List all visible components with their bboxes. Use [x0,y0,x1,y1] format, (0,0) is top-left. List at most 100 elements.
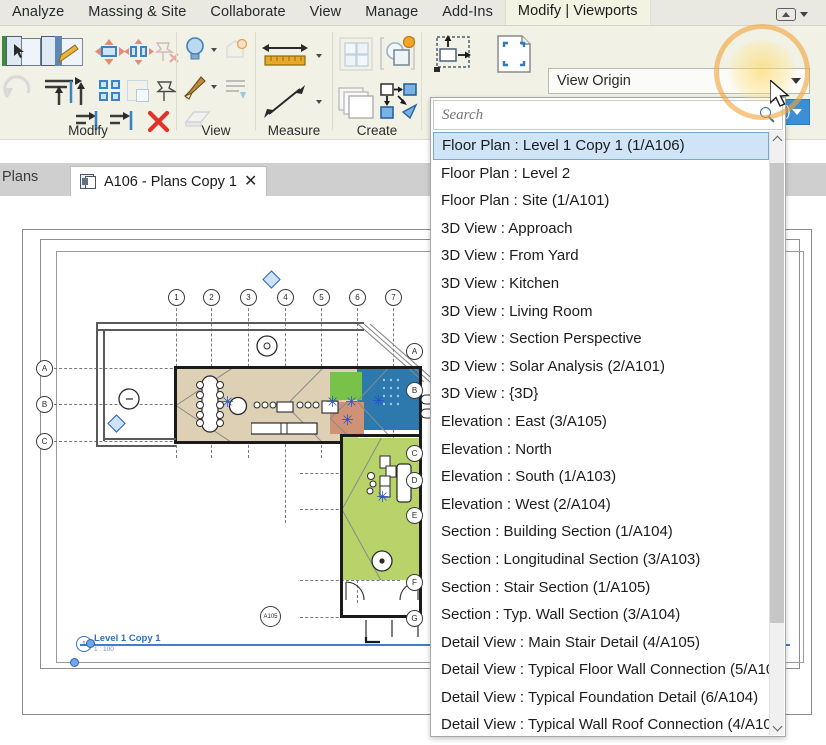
close-icon[interactable]: ✕ [244,173,257,190]
chevron-down-icon[interactable] [791,78,801,84]
move-icon[interactable] [94,39,125,65]
viewport-drag-handle[interactable] [86,639,95,648]
ribbon-tab-add-ins[interactable]: Add-Ins [430,1,505,25]
grid-bubble-b-right[interactable]: B [406,382,423,399]
wall-bottom-left [174,441,342,444]
list-item[interactable]: Detail View : Typical Wall Roof Connecti… [433,711,769,734]
paint-icon[interactable] [183,72,209,102]
list-item[interactable]: Elevation : North [433,436,769,464]
list-item[interactable]: Section : Stair Section (1/A105) [433,574,769,602]
dropdown-arrow-icon-2[interactable] [211,85,217,89]
dropdown-arrow-icon[interactable] [211,48,217,52]
list-item[interactable]: 3D View : Living Room [433,298,769,326]
visibility-bulb-icon[interactable] [183,33,209,67]
viewport-title: Level 1 Copy 1 [94,633,161,644]
create-assembly-icon[interactable] [378,82,421,122]
ribbon-tab-view[interactable]: View [298,1,354,25]
document-tab-active[interactable]: A106 - Plans Copy 1 ✕ [70,166,268,196]
viewport-origin-handle[interactable] [70,658,79,667]
list-item[interactable]: Detail View : Main Stair Detail (4/A105) [433,629,769,657]
list-item[interactable]: Elevation : East (3/A105) [433,408,769,436]
grid-bubble-2[interactable]: 2 [203,289,220,306]
chevron-down-icon[interactable] [792,109,802,115]
grid-bubble-f-right[interactable]: F [406,574,423,591]
grid-bubble-e-right[interactable]: E [406,507,423,524]
grid-bubble-4[interactable]: 4 [277,289,294,306]
search-input[interactable] [442,106,760,124]
list-item[interactable]: 3D View : Section Perspective [433,325,769,353]
grid-bubble-c-right[interactable]: C [406,445,423,462]
chevron-up-icon [772,135,782,145]
panel-separator-4 [421,32,422,130]
create-group-icon [337,33,376,77]
create-part-icon[interactable] [378,33,421,77]
view-list[interactable]: Floor Plan : Level 1 Copy 1 (1/A106) Flo… [433,132,769,734]
chevron-down-icon[interactable] [800,12,808,17]
list-item[interactable]: Floor Plan : Level 2 [433,160,769,188]
ribbon-tab-analyze[interactable]: Analyze [0,1,76,25]
dropdown-search-row[interactable] [433,100,783,130]
list-item[interactable]: Detail View : Typical Foundation Detail … [433,684,769,712]
list-item[interactable]: 3D View : Kitchen [433,270,769,298]
panel-label-view: View [201,123,231,138]
view-origin-value: View Origin [557,73,631,89]
snap-marker [341,414,354,427]
list-item[interactable]: Section : Building Section (1/A104) [433,518,769,546]
dropdown-scrollbar[interactable] [769,131,784,735]
measure-along-icon[interactable] [262,83,310,121]
document-tab-plans[interactable]: Plans [0,169,38,185]
grid-bubble-c-left[interactable]: C [36,433,53,450]
ribbon-tab-collaborate[interactable]: Collaborate [198,1,297,25]
grid-bubble-d-right[interactable]: D [406,472,423,489]
rotate-copy-icon[interactable] [123,39,154,65]
list-item[interactable]: 3D View : {3D} [433,380,769,408]
scroll-up-button[interactable] [770,131,784,146]
scrollbar-thumb[interactable] [770,163,784,623]
size-crop-icon[interactable] [431,34,475,78]
revit-window: Analyze Massing & Site Collaborate View … [0,0,826,745]
measure-dropdown-arrow-icon[interactable] [316,54,322,58]
list-item[interactable]: 3D View : From Yard [433,242,769,270]
scroll-down-button[interactable] [770,720,784,735]
modify-select-icon[interactable] [2,32,41,72]
grid-bubble-a-left[interactable]: A [36,360,53,377]
list-item[interactable]: Detail View : Typical Floor Wall Connect… [433,656,769,684]
detail-callout-tag[interactable]: A105 [260,606,281,627]
grid-bubble-b-left[interactable]: B [36,396,53,413]
activate-view-icon[interactable] [494,34,536,78]
hidden-elements-icon [223,35,249,65]
grid-bubble-3[interactable]: 3 [240,289,257,306]
grid-bubble-7[interactable]: 7 [385,289,402,306]
list-item[interactable]: 3D View : Approach [433,215,769,243]
pin-icon[interactable] [153,78,178,104]
search-icon[interactable] [760,107,776,123]
ribbon-panel-create: Create [333,26,421,140]
array-icon[interactable] [95,78,120,104]
snap-marker [372,395,385,408]
measure-between-icon[interactable] [262,34,310,78]
list-item[interactable]: Elevation : West (2/A104) [433,491,769,519]
align-icon[interactable] [41,75,86,107]
grid-bubble-5[interactable]: 5 [313,289,330,306]
ribbon-tab-modify-viewports[interactable]: Modify | Viewports [504,0,651,25]
list-item[interactable]: Floor Plan : Level 1 Copy 1 (1/A106) [433,132,769,160]
list-item[interactable]: Elevation : South (1/A103) [433,463,769,491]
grid-bubble-1[interactable]: 1 [168,289,185,306]
create-group-stack-icon[interactable] [337,82,376,122]
ribbon-tab-massing-site[interactable]: Massing & Site [76,1,198,25]
grid-bubble-a-right[interactable]: A [406,343,423,360]
list-item[interactable]: Section : Typ. Wall Section (3/A104) [433,601,769,629]
list-item[interactable]: Section : Longitudinal Section (3/A103) [433,546,769,574]
minimize-ribbon-icon [776,8,796,21]
list-item[interactable]: 3D View : Solar Analysis (2/A101) [433,353,769,381]
grid-bubble-6[interactable]: 6 [349,289,366,306]
wall-top [174,366,422,369]
list-item[interactable]: Floor Plan : Site (1/A101) [433,187,769,215]
modify-edit-icon[interactable] [41,32,84,72]
measure-dropdown-arrow-icon-2[interactable] [316,100,322,104]
view-origin-combo[interactable]: View Origin [548,68,810,94]
grid-bubble-g-right[interactable]: G [406,610,423,627]
thin-wall-outer-left-2 [103,329,105,441]
ribbon-tab-manage[interactable]: Manage [353,1,430,25]
minimize-ribbon-button[interactable] [776,8,826,25]
